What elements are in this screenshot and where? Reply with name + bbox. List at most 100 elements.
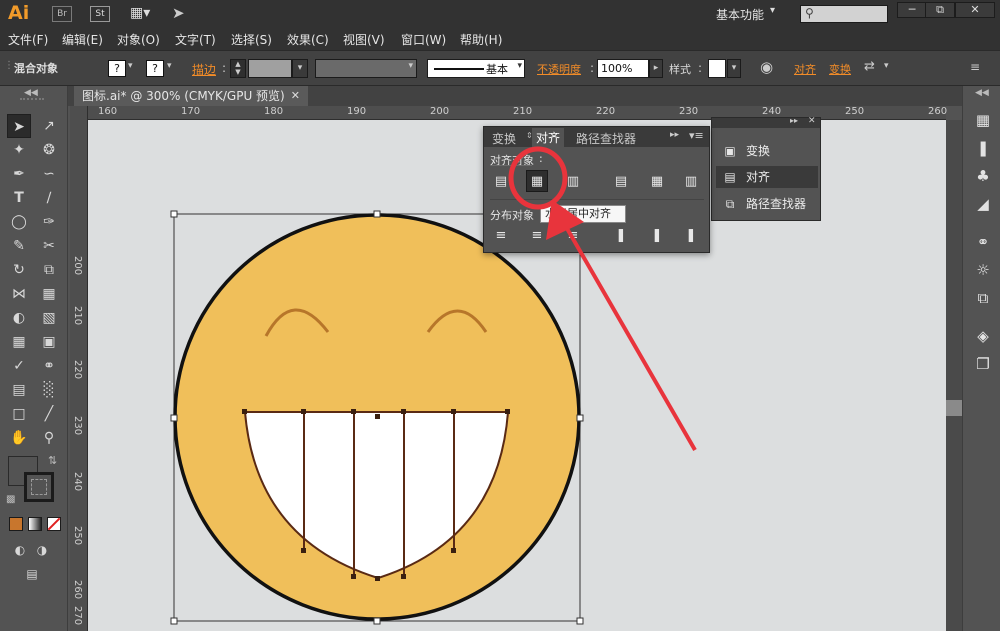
eyedropper-tool-icon[interactable]: ✓ — [7, 354, 31, 378]
bridge-button[interactable]: Br — [52, 6, 72, 22]
direct-selection-tool-icon[interactable]: ↗ — [37, 114, 61, 138]
libraries-icon[interactable]: ▦ — [973, 110, 993, 130]
vertical-ruler[interactable]: 200 210 220 230 240 250 260 270 — [70, 106, 88, 631]
variable-width-profile[interactable]: ▾ — [315, 59, 417, 78]
menu-file[interactable]: 文件(F) — [8, 31, 48, 48]
distribute-horizontal-center-icon[interactable]: ❚ — [646, 225, 668, 247]
screen-mode-icon[interactable]: ▤ — [20, 562, 44, 586]
distribute-left-icon[interactable]: ❚ — [610, 225, 632, 247]
vertical-align-center-icon[interactable]: ▦ — [646, 171, 668, 193]
pencil-tool-icon[interactable]: ✎ — [7, 234, 31, 258]
hand-tool-icon[interactable]: ✋ — [7, 426, 31, 450]
recolor-artwork-icon[interactable]: ◉ — [760, 58, 773, 76]
selection-tool-icon[interactable]: ➤ — [7, 114, 31, 138]
paintbrush-tool-icon[interactable]: ✑ — [37, 210, 61, 234]
appearance-icon[interactable]: ☼ — [973, 260, 993, 280]
horizontal-align-right-icon[interactable]: ▥ — [562, 171, 584, 193]
zoom-tool-icon[interactable]: ⚲ — [37, 426, 61, 450]
menu-select[interactable]: 选择(S) — [231, 31, 272, 48]
ellipse-tool-icon[interactable]: ◯ — [7, 210, 31, 234]
close-icon[interactable]: ✕ — [291, 86, 300, 106]
search-input[interactable]: ⚲ — [800, 5, 888, 23]
symbols-icon[interactable]: ♣ — [973, 166, 993, 186]
menu-window[interactable]: 窗口(W) — [401, 31, 446, 48]
collapse-icon[interactable]: ◀◀ — [24, 88, 38, 98]
slice-tool-icon[interactable]: ╱ — [37, 402, 61, 426]
gradient-mode-icon[interactable] — [28, 517, 42, 531]
lasso-tool-icon[interactable]: ❂ — [37, 138, 61, 162]
creative-cloud-icon[interactable]: ⚭ — [973, 232, 993, 252]
dock-item-transform[interactable]: ▣ 变换 — [716, 140, 818, 162]
artboards-icon[interactable]: ❐ — [973, 354, 993, 374]
dock-item-align[interactable]: ▤ 对齐 — [716, 166, 818, 188]
symbol-sprayer-tool-icon[interactable]: ▤ — [7, 378, 31, 402]
chevron-right-icon[interactable]: ▸ — [649, 59, 663, 78]
stroke-link[interactable]: 描边 — [192, 61, 216, 78]
opacity-input[interactable]: 100% — [597, 59, 649, 78]
draw-behind-icon[interactable]: ◑ — [30, 538, 54, 562]
rotate-tool-icon[interactable]: ↻ — [7, 258, 31, 282]
none-mode-icon[interactable] — [47, 517, 61, 531]
tab-pathfinder[interactable]: 路径查找器 — [576, 130, 636, 147]
collapse-icon[interactable]: ▸▸ — [790, 116, 798, 125]
magic-wand-tool-icon[interactable]: ✦ — [7, 138, 31, 162]
panel-dock-header[interactable]: ▸▸ ✕ — [712, 116, 820, 128]
stroke-weight-stepper[interactable]: ▲ ▼ — [230, 59, 246, 78]
default-colors-icon[interactable]: ▩ — [6, 494, 15, 505]
artboard-tool-icon[interactable]: □ — [7, 402, 31, 426]
scissors-tool-icon[interactable]: ✂ — [37, 234, 61, 258]
mesh-tool-icon[interactable]: ▦ — [7, 330, 31, 354]
tab-align[interactable]: 对齐 — [532, 128, 565, 147]
brush-definition[interactable]: 基本 ▾ — [427, 59, 525, 78]
panel-menu-icon[interactable]: ▾≡ — [689, 129, 704, 142]
gradient-tool-icon[interactable]: ▣ — [37, 330, 61, 354]
menu-object[interactable]: 对象(O) — [117, 31, 160, 48]
horizontal-align-left-icon[interactable]: ▤ — [490, 171, 512, 193]
opacity-link[interactable]: 不透明度 — [537, 61, 581, 77]
swap-fill-stroke-icon[interactable]: ⇅ — [48, 454, 57, 467]
column-graph-tool-icon[interactable]: ░ — [37, 378, 61, 402]
menu-edit[interactable]: 编辑(E) — [62, 31, 103, 48]
restore-icon[interactable]: ⧉ — [925, 2, 955, 18]
isolate-object-icon[interactable]: ⇄ — [864, 59, 875, 74]
menu-view[interactable]: 视图(V) — [343, 31, 385, 48]
vertical-align-top-icon[interactable]: ▤ — [610, 171, 632, 193]
perspective-grid-tool-icon[interactable]: ▧ — [37, 306, 61, 330]
chevron-down-icon[interactable]: ▾ — [292, 59, 308, 78]
distribute-right-icon[interactable]: ❚ — [680, 225, 702, 247]
chevron-down-icon[interactable]: ▾ — [727, 59, 741, 78]
gpu-performance-icon[interactable]: ➤ — [172, 4, 185, 22]
curvature-tool-icon[interactable]: ∽ — [37, 162, 61, 186]
stroke-color-box[interactable] — [24, 472, 54, 502]
arrange-documents-icon[interactable]: ▦▾ — [130, 5, 150, 21]
transform-link[interactable]: 变换 — [829, 61, 851, 77]
shape-builder-tool-icon[interactable]: ◐ — [7, 306, 31, 330]
scrollbar-thumb[interactable] — [946, 400, 962, 416]
chevron-down-icon[interactable]: ▾ — [128, 61, 133, 71]
graphic-styles-icon[interactable]: ◢ — [973, 194, 993, 214]
stroke-swatch[interactable]: ? — [146, 60, 164, 77]
workspace-switcher[interactable]: 基本功能 — [716, 6, 764, 23]
chevron-down-icon[interactable]: ▾ — [770, 5, 775, 16]
stroke-weight-field[interactable] — [248, 59, 292, 78]
close-icon[interactable]: ✕ — [808, 116, 816, 126]
fill-swatch[interactable]: ? — [108, 60, 126, 77]
layers-icon[interactable]: ◈ — [973, 326, 993, 346]
scale-tool-icon[interactable]: ⧉ — [37, 258, 61, 282]
vertical-scrollbar[interactable] — [946, 120, 962, 631]
chevron-down-icon[interactable]: ▾ — [884, 61, 889, 71]
graphic-style-swatch[interactable] — [708, 59, 726, 78]
minimize-icon[interactable]: ─ — [897, 2, 927, 18]
distribute-bottom-icon[interactable]: ≡ — [562, 225, 584, 247]
close-icon[interactable]: ✕ — [955, 2, 995, 18]
chevron-down-icon[interactable]: ▾ — [167, 61, 172, 71]
horizontal-align-center-icon[interactable]: ▦ — [526, 170, 548, 192]
width-tool-icon[interactable]: ⋈ — [7, 282, 31, 306]
tab-transform[interactable]: 变换 — [492, 130, 516, 147]
menu-type[interactable]: 文字(T) — [175, 31, 216, 48]
draw-normal-icon[interactable]: ◐ — [8, 538, 32, 562]
brushes-icon[interactable]: ❚ — [973, 138, 993, 158]
panel-menu-icon[interactable]: ≡ — [970, 60, 980, 74]
collapse-icon[interactable]: ▸▸ — [670, 130, 679, 140]
menu-help[interactable]: 帮助(H) — [460, 31, 502, 48]
